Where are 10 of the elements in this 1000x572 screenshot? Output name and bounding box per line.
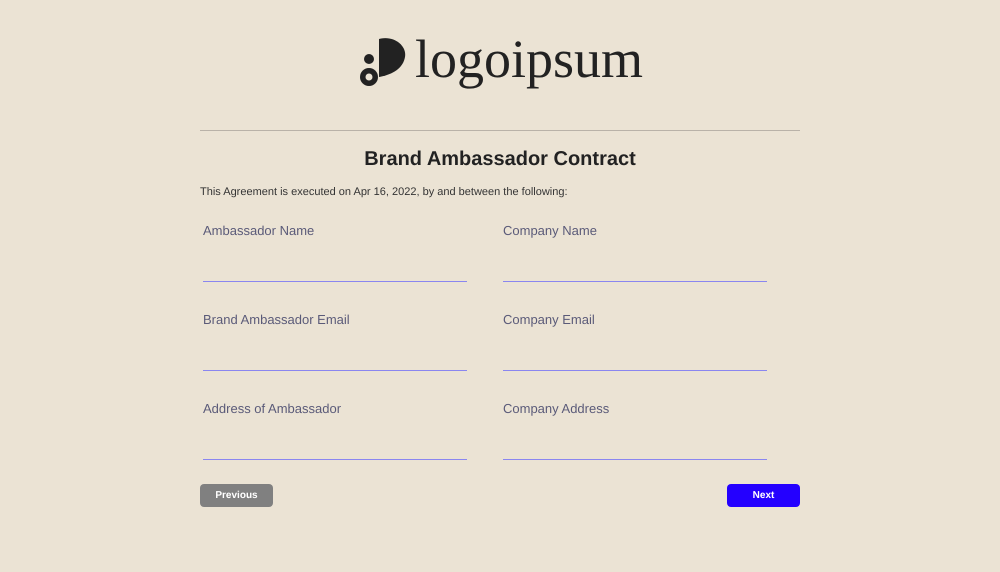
field-label: Brand Ambassador Email — [203, 310, 351, 328]
field-label: Company Name — [503, 222, 598, 240]
field-label: Company Email — [503, 310, 596, 329]
previous-button[interactable]: Previous — [200, 484, 273, 506]
field-label: Address of Ambassador — [203, 400, 342, 418]
intro-text: This Agreement is executed on Apr 16, 2022, by and between the following: — [200, 185, 569, 200]
field-label: Ambassador Name — [203, 222, 316, 240]
next-button[interactable]: Next — [727, 484, 800, 506]
field-label: Company Address — [503, 400, 610, 418]
contract-title: Brand Ambassador Contract — [364, 147, 636, 172]
